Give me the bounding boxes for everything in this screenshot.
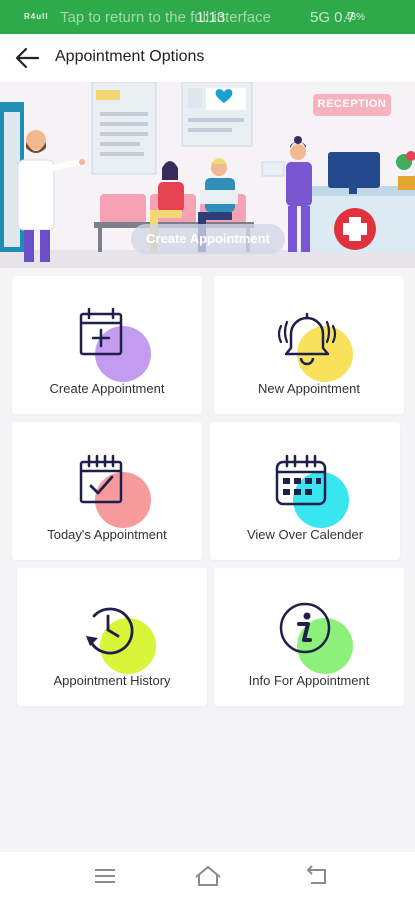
- option-card-todays-appointment[interactable]: Today's Appointment: [12, 422, 202, 560]
- option-card-create-appointment[interactable]: Create Appointment: [12, 276, 202, 414]
- option-label: Info For Appointment: [248, 673, 370, 688]
- new-appointment-icon-wrap: [269, 304, 353, 384]
- battery-level: 48%: [345, 12, 366, 23]
- create-appointment-banner-button[interactable]: Create Appointment: [131, 224, 285, 254]
- option-label: Create Appointment: [49, 381, 165, 396]
- page-title: Appointment Options: [55, 48, 205, 65]
- nav-menu-button[interactable]: [90, 862, 120, 890]
- back-icon: [306, 865, 326, 884]
- system-nav-bar: [0, 852, 415, 900]
- option-label: New Appointment: [258, 381, 360, 396]
- option-card-new-appointment[interactable]: New Appointment: [214, 276, 404, 414]
- option-label: Today's Appointment: [47, 527, 167, 542]
- info-for-appointment-icon-wrap: [269, 596, 353, 676]
- nav-back-button[interactable]: [303, 862, 333, 890]
- status-notification[interactable]: Tap to return to the full interface: [60, 9, 271, 26]
- home-icon: [195, 866, 221, 886]
- option-card-info-for-appointment[interactable]: Info For Appointment: [214, 568, 404, 706]
- todays-appointment-icon-wrap: [67, 450, 151, 530]
- option-label: Appointment History: [53, 673, 171, 688]
- reception-sign-text: RECEPTION: [317, 98, 387, 110]
- history-clock-icon: [86, 607, 134, 655]
- bell-icon: [277, 312, 337, 366]
- nav-home-button[interactable]: [193, 862, 223, 890]
- status-bar: R4ull Tap to return to the full interfac…: [0, 0, 415, 34]
- calendar-plus-icon: [79, 307, 123, 356]
- back-arrow-icon: [15, 47, 40, 69]
- option-card-view-over-calender[interactable]: View Over Calender: [210, 422, 400, 560]
- signal-indicator: R4ull: [24, 12, 49, 21]
- view-calender-icon-wrap: [265, 450, 349, 530]
- back-button[interactable]: [12, 44, 42, 72]
- option-card-appointment-history[interactable]: Appointment History: [17, 568, 207, 706]
- appointment-history-icon-wrap: [72, 596, 156, 676]
- info-icon: [279, 602, 331, 654]
- menu-icon: [95, 869, 115, 883]
- app-root: R4ull Tap to return to the full interfac…: [0, 0, 415, 900]
- create-appointment-icon-wrap: [67, 304, 151, 384]
- option-label: View Over Calender: [246, 527, 364, 542]
- calendar-check-icon: [79, 454, 123, 504]
- calendar-grid-icon: [275, 454, 327, 506]
- status-time: 1:13: [196, 9, 226, 26]
- app-bar: Appointment Options: [0, 34, 415, 82]
